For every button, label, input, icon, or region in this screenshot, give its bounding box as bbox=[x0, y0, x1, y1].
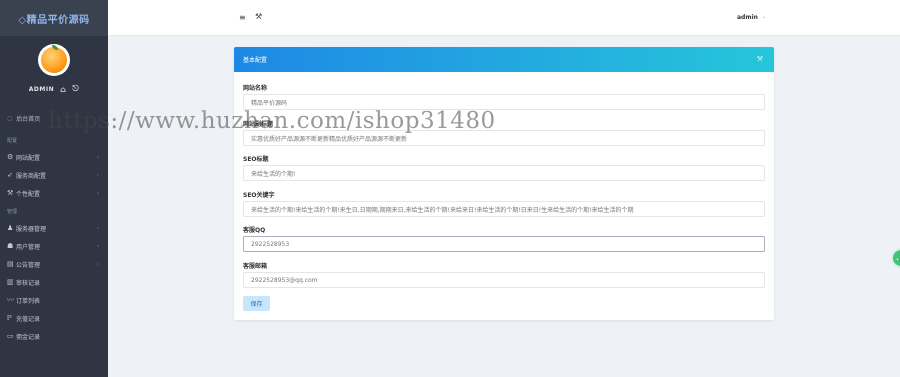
home-icon[interactable]: ⌂ bbox=[60, 85, 66, 94]
card-title: 基本配置 bbox=[243, 57, 268, 64]
text-field[interactable]: 2922528953 bbox=[243, 236, 765, 252]
chevron-down-icon[interactable]: ⌄ bbox=[762, 14, 766, 20]
avatar[interactable] bbox=[38, 44, 70, 76]
text-field[interactable]: 来给生活的个期! bbox=[243, 165, 765, 181]
dashboard-icon: ◌ bbox=[7, 115, 13, 122]
sidebar-item-label: 佣金记录 bbox=[16, 333, 41, 341]
sidebar-item-label: 服务器管理 bbox=[16, 225, 47, 233]
dots-icon: ••• bbox=[896, 257, 900, 263]
wrench-icon: ⚒ bbox=[7, 189, 14, 197]
chevron-left-icon: ‹ bbox=[96, 171, 99, 179]
chevron-left-icon: ‹ bbox=[96, 224, 99, 232]
sidebar-item[interactable]: ℙ 充值记录 bbox=[0, 309, 108, 327]
server-icon: ♟ bbox=[7, 224, 14, 232]
save-button[interactable]: 保存 bbox=[243, 296, 270, 311]
orange-avatar-icon bbox=[41, 45, 67, 73]
sidebar-item[interactable]: ☗ 用户管理 ‹ bbox=[0, 237, 108, 255]
bar-chart-icon: ▥ bbox=[7, 278, 14, 286]
sidebar-item-label: 服务商配置 bbox=[16, 172, 47, 180]
chevron-left-icon: ‹ bbox=[96, 153, 99, 161]
sidebar-item-label: 充值记录 bbox=[16, 315, 41, 323]
sidebar-item-label: 订单列表 bbox=[16, 297, 41, 305]
wrench-icon[interactable]: ⚒ bbox=[757, 55, 763, 63]
sidebar-group-title: 配置 bbox=[7, 138, 18, 144]
sidebar-item[interactable]: ➶ 服务商配置 ‹ bbox=[0, 166, 108, 184]
field-label: 网站名称 bbox=[243, 85, 268, 92]
user-name: ADMIN bbox=[28, 85, 55, 93]
chevron-left-icon: ‹ bbox=[96, 189, 99, 197]
line-chart-icon: 〰 bbox=[7, 296, 14, 304]
window-icon: ▭ bbox=[7, 332, 14, 340]
sidebar-item-label: 审核记录 bbox=[16, 279, 41, 287]
sidebar-item[interactable]: ♟ 服务器管理 ‹ bbox=[0, 219, 108, 237]
brand-logo[interactable]: ◇精品平价源码 bbox=[0, 0, 108, 36]
sidebar: ◇精品平价源码 ADMIN ⌂ ⎋ ◌ 后台首页 配置 ⚙ 网站配置 ‹ ➶ 服务商配置… bbox=[0, 0, 108, 377]
sidebar-item[interactable]: ⚙ 网站配置 ‹ bbox=[0, 148, 108, 166]
sidebar-item[interactable]: 〰订单列表 bbox=[0, 291, 108, 309]
logout-icon[interactable]: ⎋ bbox=[72, 84, 79, 94]
floating-chat-button[interactable]: ••• bbox=[891, 248, 900, 268]
sidebar-item-label: 后台首页 bbox=[16, 116, 41, 123]
watermark: https://www.huzhan.com/ishop31480 bbox=[48, 108, 496, 134]
sidebar-item-label: 公告管理 bbox=[16, 261, 41, 269]
field-label: 客服邮箱 bbox=[243, 263, 268, 270]
settings-card: 基本配置 ⚒ 网站名称 精品平价源码 网站副标题 实惠优质好产品源源不断更新精品优质好… bbox=[234, 47, 774, 320]
notice-icon: ▤ bbox=[7, 260, 14, 268]
user-row: ADMIN ⌂ ⎋ bbox=[0, 84, 108, 94]
field-label: SEO关键字 bbox=[243, 192, 275, 199]
sidebar-item[interactable]: ▭ 佣金记录 bbox=[0, 327, 108, 345]
chevron-left-icon: ‹ bbox=[96, 260, 99, 268]
sidebar-item-label: 个性配置 bbox=[16, 190, 41, 198]
users-icon: ☗ bbox=[7, 242, 14, 250]
sidebar-item[interactable]: ▤ 公告管理 ‹ bbox=[0, 255, 108, 273]
field-label: SEO标题 bbox=[243, 156, 269, 163]
sidebar-item[interactable]: ⚒ 个性配置 ‹ bbox=[0, 184, 108, 202]
send-icon: ➶ bbox=[7, 171, 13, 179]
menu-icon[interactable]: ≡ bbox=[239, 13, 246, 22]
text-field[interactable]: 来给生活的个期!来给生活的个期!来生日,日期期,期期来日,来给生活的个期!来给来… bbox=[243, 201, 765, 217]
sidebar-item-label: 用户管理 bbox=[16, 243, 41, 251]
chevron-left-icon: ‹ bbox=[96, 242, 99, 250]
text-field[interactable]: 2922528953@qq.com bbox=[243, 272, 765, 288]
sidebar-group-title: 管理 bbox=[7, 209, 18, 215]
user-menu[interactable]: admin bbox=[737, 14, 758, 21]
paypal-icon: ℙ bbox=[7, 314, 12, 322]
wrench-icon[interactable]: ⚒ bbox=[255, 12, 262, 21]
sidebar-item[interactable]: ▥ 审核记录 bbox=[0, 273, 108, 291]
card-header: 基本配置 ⚒ bbox=[234, 47, 774, 72]
top-bar: ≡ ⚒ admin ⌄ bbox=[108, 0, 900, 36]
gear-icon: ⚙ bbox=[7, 153, 14, 161]
field-label: 客服QQ bbox=[243, 227, 266, 234]
sidebar-item-label: 网站配置 bbox=[16, 154, 41, 162]
